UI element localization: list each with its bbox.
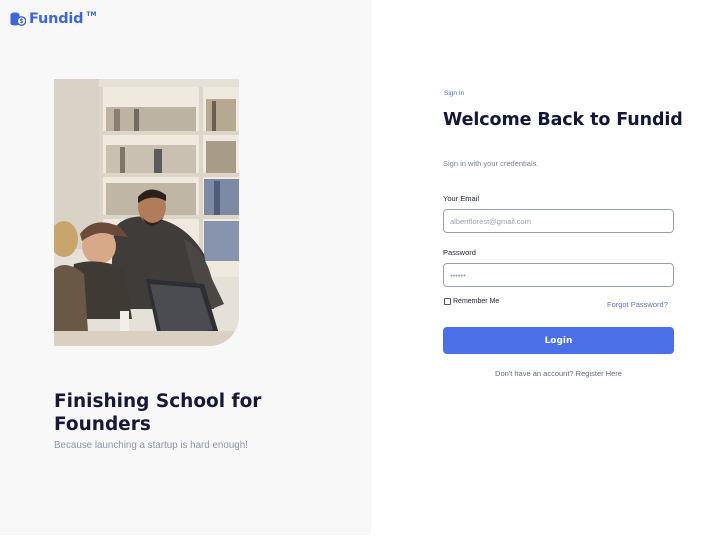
login-button[interactable]: Login [443, 327, 674, 354]
brand-trademark: TM [86, 10, 97, 18]
brand-logo[interactable]: $ Fundid TM [10, 11, 96, 27]
register-link[interactable]: Don't have an account? Register Here [443, 369, 674, 378]
branding-panel: $ Fundid TM Finishing School for Founder… [0, 0, 371, 535]
password-label: Password [443, 248, 476, 257]
signin-breadcrumb: Sign In [444, 90, 465, 97]
hero-title: Finishing School for Founders [54, 391, 262, 435]
page-subtitle: Sign in with your credentials. [443, 159, 539, 168]
remember-me-label: Remember Me [453, 298, 500, 305]
hero-photo [54, 79, 239, 346]
email-label: Your Email [443, 194, 479, 203]
email-field[interactable] [443, 209, 674, 233]
founders-working-illustration [54, 79, 239, 346]
svg-text:$: $ [19, 18, 23, 25]
remember-me[interactable]: Remember Me [444, 298, 499, 305]
hero-subtitle: Because launching a startup is hard enou… [54, 440, 248, 451]
coin-stack-icon: $ [10, 12, 26, 26]
login-page: $ Fundid TM Finishing School for Founder… [0, 0, 720, 540]
page-title: Welcome Back to Fundid [443, 110, 683, 130]
remember-me-checkbox[interactable] [444, 298, 451, 305]
password-field[interactable] [443, 263, 674, 287]
forgot-password-link[interactable]: Forgot Password? [607, 300, 668, 309]
brand-name: Fundid [29, 11, 84, 27]
